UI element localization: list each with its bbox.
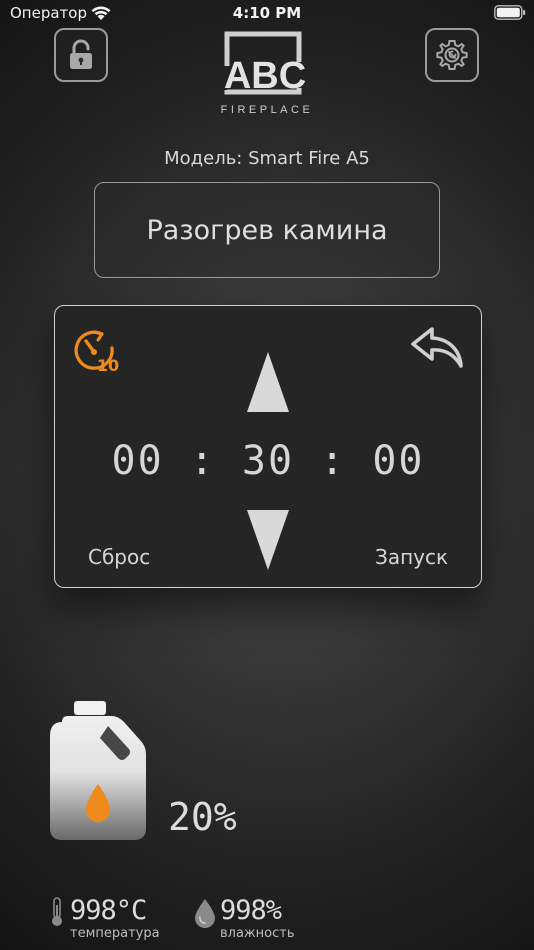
- reset-button[interactable]: Сброс: [88, 545, 150, 569]
- fuel-canister-icon: [50, 701, 146, 840]
- start-button[interactable]: Запуск: [375, 545, 448, 569]
- timer-10-icon[interactable]: 10: [72, 328, 122, 372]
- back-arrow-icon[interactable]: [410, 326, 466, 370]
- battery-icon: [494, 5, 526, 20]
- thermometer-icon: [52, 897, 62, 926]
- unlock-icon: [70, 39, 92, 69]
- humidity-label: влажность: [220, 926, 295, 941]
- model-label: Модель: Smart Fire A5: [164, 148, 370, 169]
- timer-display: 00 : 30 : 00: [111, 438, 425, 484]
- status-time: 4:10 PM: [232, 4, 302, 22]
- settings-button[interactable]: [425, 28, 479, 82]
- temperature-value: 998°C: [70, 895, 147, 926]
- mode-label: Разогрев камина: [146, 214, 388, 246]
- temperature-label: температура: [70, 926, 160, 941]
- humidity-drop-icon: [195, 899, 215, 928]
- increase-arrow-button[interactable]: [247, 352, 289, 412]
- timer-icon-number: 10: [97, 356, 119, 372]
- brand-logo: ABC FIREPLACE: [217, 30, 317, 118]
- humidity-value: 998%: [220, 895, 282, 926]
- lock-button[interactable]: [54, 28, 108, 82]
- mode-selector[interactable]: Разогрев камина: [94, 182, 440, 278]
- logo-text-sub: FIREPLACE: [221, 104, 314, 116]
- logo-text-main: ABC: [224, 55, 306, 97]
- settings-gear-icon: [436, 40, 468, 70]
- fuel-level-percent: 20%: [168, 795, 237, 839]
- decrease-arrow-button[interactable]: [247, 510, 289, 570]
- logo-frame: ABC FIREPLACE: [221, 31, 314, 116]
